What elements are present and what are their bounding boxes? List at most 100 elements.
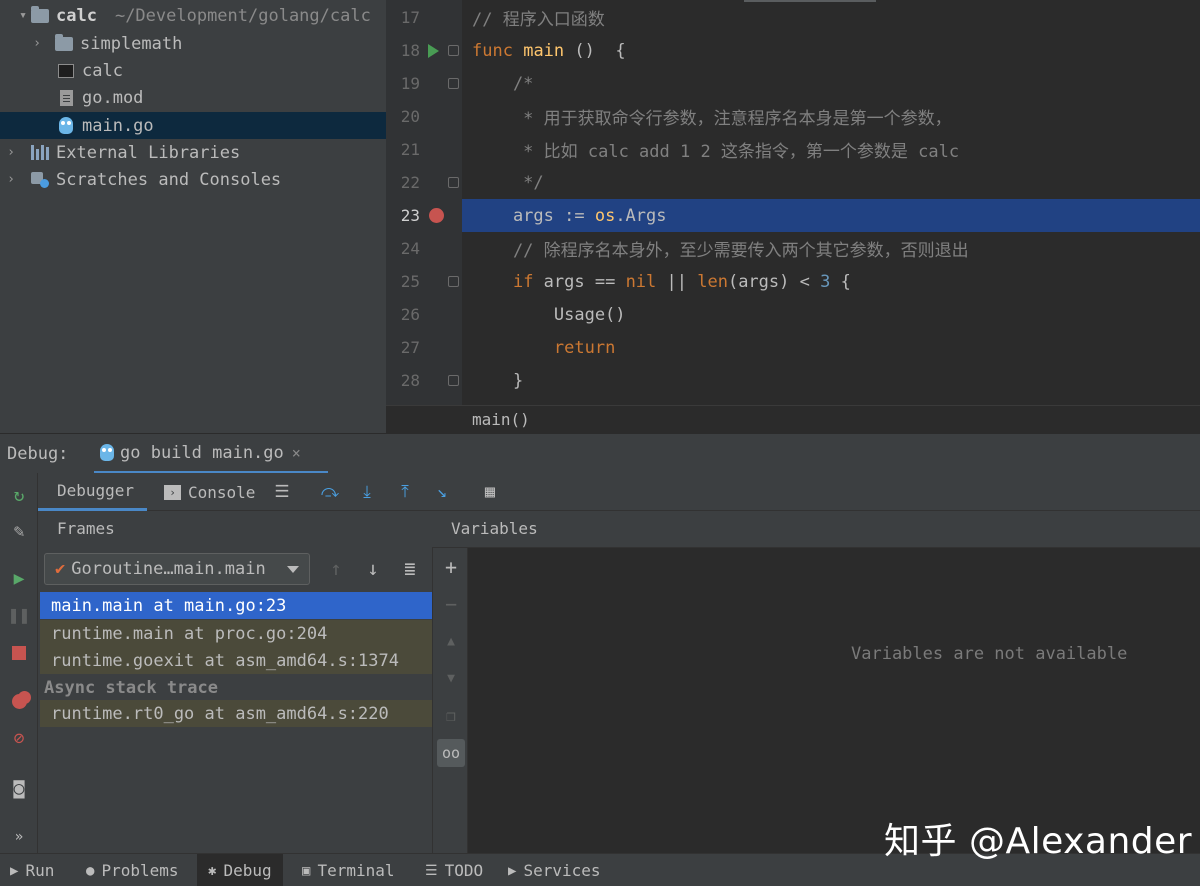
line-number: 20: [400, 107, 420, 126]
line-code: args := os.Args: [472, 205, 667, 226]
rerun-icon[interactable]: ↻: [7, 483, 31, 507]
debug-label: Debug:: [7, 443, 69, 464]
run-to-cursor-icon[interactable]: ↘: [431, 481, 453, 503]
frame-row[interactable]: runtime.goexit at asm_amd64.s:1374: [40, 647, 432, 674]
frames-pane: Frames ✔ Goroutine…main.main ↑ ↓ ≣ main.…: [38, 511, 432, 853]
debugger-toolbar: Debugger › Console ☰ ⤼ ⤓ ⤒ ↘ ▦: [38, 473, 1200, 511]
goroutine-dropdown[interactable]: ✔ Goroutine…main.main: [44, 553, 310, 585]
current-execution-line[interactable]: 23 args := os.Args: [386, 199, 1200, 232]
line-number: 27: [400, 338, 420, 357]
resume-icon[interactable]: ▶: [7, 566, 31, 590]
libraries-icon: [30, 144, 50, 162]
step-out-icon[interactable]: ⤒: [394, 481, 416, 503]
line-code: */: [472, 172, 544, 193]
tree-item-calc[interactable]: calc: [0, 57, 386, 84]
view-breakpoints-icon[interactable]: [7, 689, 31, 713]
problems-tool-button[interactable]: ● Problems: [86, 854, 179, 886]
frames-filter-icon[interactable]: ≣: [399, 558, 421, 580]
tab-debugger[interactable]: Debugger: [38, 473, 147, 511]
chevron-right-icon[interactable]: ›: [30, 36, 44, 51]
terminal-file-icon: [56, 62, 76, 80]
chevron-right-icon[interactable]: ›: [4, 145, 18, 160]
step-into-icon[interactable]: ⤓: [356, 481, 378, 503]
code-line[interactable]: 25 if args == nil || len(args) < 3 {: [386, 265, 1200, 298]
tree-item-go-mod[interactable]: go.mod: [0, 84, 386, 111]
chevron-right-icon[interactable]: ›: [4, 172, 18, 187]
tree-item-external-libraries[interactable]: › External Libraries: [0, 139, 386, 166]
async-stack-trace-header: Async stack trace: [40, 674, 432, 701]
stop-icon[interactable]: [7, 641, 31, 665]
tree-item-main-go[interactable]: main.go: [0, 112, 386, 139]
fold-icon[interactable]: [448, 45, 459, 56]
debug-session-tab[interactable]: go build main.go ×: [94, 434, 328, 474]
line-number: 24: [400, 239, 420, 258]
more-icon[interactable]: »: [7, 825, 31, 849]
tree-item-simplemath[interactable]: › simplemath: [0, 30, 386, 57]
line-number: 28: [400, 371, 420, 390]
chevron-down-icon[interactable]: ▾: [16, 8, 30, 23]
code-line[interactable]: 17 // 程序入口函数: [386, 1, 1200, 34]
variables-title-bar: Variables: [432, 511, 1200, 548]
fold-icon[interactable]: [448, 375, 459, 386]
pause-icon[interactable]: ❚❚: [7, 603, 31, 627]
frame-row[interactable]: main.main at main.go:23: [40, 592, 432, 619]
tree-item-label: main.go: [82, 115, 154, 136]
services-icon: ▶: [508, 862, 517, 879]
close-icon[interactable]: ×: [292, 444, 301, 462]
project-root-row[interactable]: ▾ calc ~/Development/golang/calc: [0, 2, 386, 29]
next-frame-icon[interactable]: ↓: [362, 558, 384, 580]
wrench-icon[interactable]: ✎: [7, 519, 31, 543]
editor-breadcrumb[interactable]: main(): [386, 405, 1200, 433]
glasses-icon[interactable]: oo: [437, 739, 465, 767]
goroutine-value: Goroutine…main.main: [71, 559, 266, 579]
camera-icon[interactable]: ◙: [7, 776, 31, 800]
todo-tool-button[interactable]: ☰ TODO: [425, 854, 483, 886]
mute-breakpoints-icon[interactable]: ⊘: [7, 726, 31, 750]
tab-console[interactable]: › Console: [164, 473, 255, 511]
frame-row[interactable]: runtime.rt0_go at asm_amd64.s:220: [40, 700, 432, 727]
frame-label: runtime.rt0_go at asm_amd64.s:220: [51, 703, 389, 724]
remove-watch-icon[interactable]: −: [437, 590, 465, 618]
line-number: 17: [400, 8, 420, 27]
scratches-icon: [30, 171, 50, 189]
breakpoint-icon[interactable]: [429, 208, 444, 223]
run-icon[interactable]: [428, 44, 439, 58]
layout-icon[interactable]: ☰: [271, 481, 293, 503]
move-down-icon[interactable]: ▼: [437, 664, 465, 692]
services-tool-button[interactable]: ▶ Services: [508, 854, 601, 886]
tree-item-label: calc: [82, 60, 123, 81]
project-root-path: ~/Development/golang/calc: [114, 5, 371, 26]
frame-row[interactable]: runtime.main at proc.go:204: [40, 620, 432, 647]
list-icon: ☰: [425, 862, 438, 879]
code-line[interactable]: 24 // 除程序名本身外，至少需要传入两个其它参数，否则退出: [386, 232, 1200, 265]
go-file-icon: [56, 117, 76, 135]
copy-icon[interactable]: ❐: [437, 701, 465, 729]
tree-item-scratches[interactable]: › Scratches and Consoles: [0, 166, 386, 193]
code-line[interactable]: 21 * 比如 calc add 1 2 这条指令，第一个参数是 calc: [386, 133, 1200, 166]
frame-label: runtime.goexit at asm_amd64.s:1374: [51, 650, 399, 671]
run-tool-button[interactable]: ▶ Run: [10, 854, 54, 886]
fold-icon[interactable]: [448, 276, 459, 287]
code-line[interactable]: 20 * 用于获取命令行参数，注意程序名本身是第一个参数，: [386, 100, 1200, 133]
code-line[interactable]: 18 func main () {: [386, 34, 1200, 67]
code-line[interactable]: 28 }: [386, 364, 1200, 397]
play-icon: ▶: [10, 862, 19, 879]
fold-icon[interactable]: [448, 78, 459, 89]
evaluate-expression-icon[interactable]: ▦: [479, 481, 501, 503]
add-watch-icon[interactable]: +: [437, 553, 465, 581]
code-line[interactable]: 26 Usage(): [386, 298, 1200, 331]
fold-icon[interactable]: [448, 177, 459, 188]
terminal-tool-button[interactable]: ▣ Terminal: [302, 854, 395, 886]
move-up-icon[interactable]: ▲: [437, 627, 465, 655]
file-icon: [56, 89, 76, 107]
step-over-icon[interactable]: ⤼: [319, 481, 341, 503]
bug-icon: ✱: [208, 862, 217, 879]
variables-actions: + − ▲ ▼ ❐ oo: [432, 511, 468, 853]
todo-label: TODO: [444, 861, 484, 880]
previous-frame-icon[interactable]: ↑: [325, 558, 347, 580]
code-line[interactable]: 22 */: [386, 166, 1200, 199]
debug-tool-button[interactable]: ✱ Debug: [197, 854, 283, 886]
code-line[interactable]: 19 /*: [386, 67, 1200, 100]
code-editor[interactable]: 17 // 程序入口函数 18 func main () { 19 /* 20 …: [386, 0, 1200, 433]
code-line[interactable]: 27 return: [386, 331, 1200, 364]
